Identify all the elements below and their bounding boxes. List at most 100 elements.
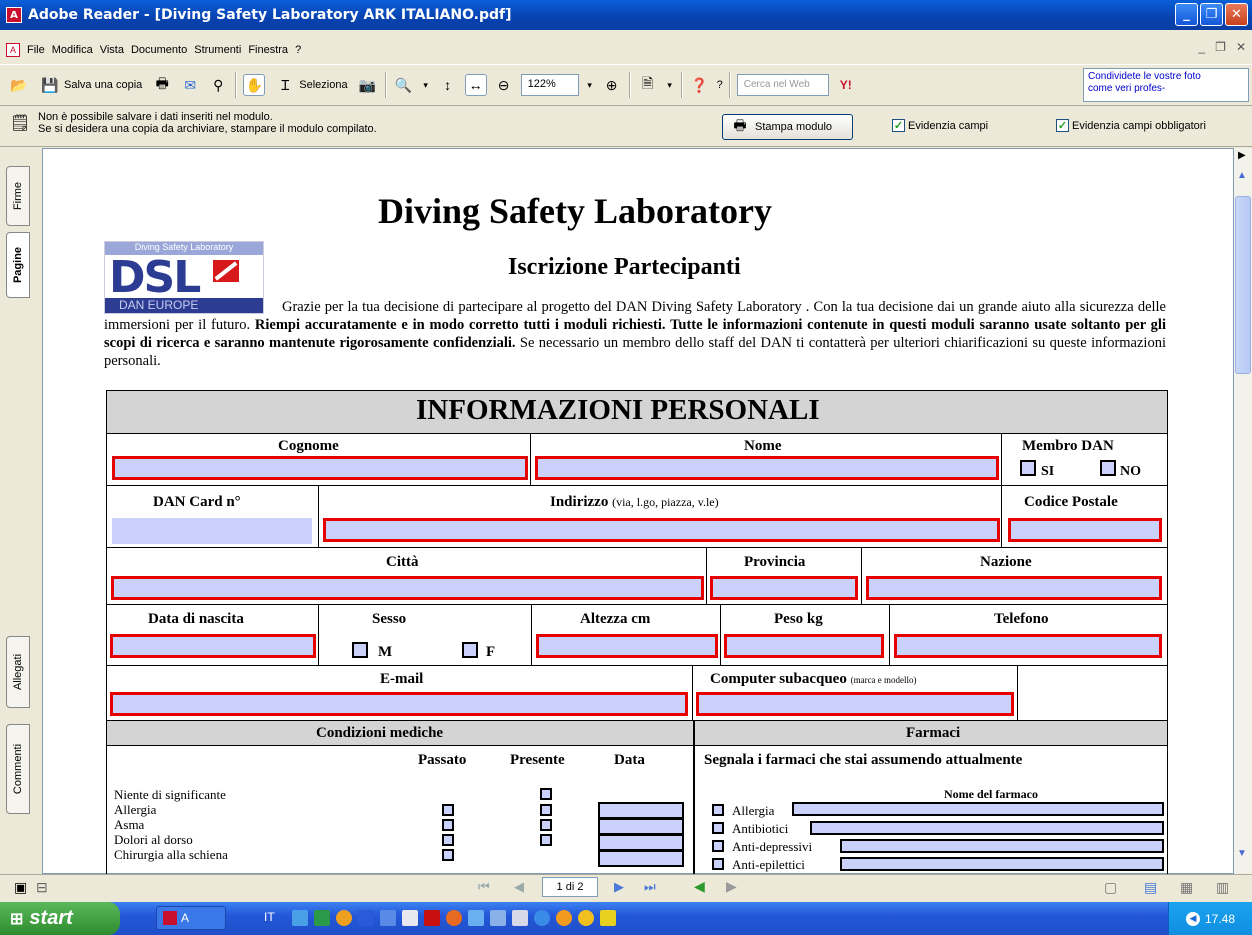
close-button[interactable]: ✕ (1225, 3, 1248, 26)
maximize-button[interactable]: ❐ (1200, 3, 1223, 26)
explorer-icon[interactable] (468, 910, 484, 926)
computer-field[interactable] (696, 692, 1014, 716)
promo-link[interactable]: Condividete le vostre foto come veri pro… (1083, 68, 1249, 102)
misc-icon[interactable] (600, 910, 616, 926)
sesso-f-checkbox[interactable] (462, 642, 478, 658)
page-number-input[interactable]: 1 di 2 (542, 877, 598, 897)
nome-field[interactable] (535, 456, 999, 480)
doc-minimize-icon[interactable]: _ (1198, 40, 1205, 54)
messenger-icon[interactable] (578, 910, 594, 926)
zoom-dropdown-icon[interactable]: ▾ (585, 74, 595, 96)
nav-pane-icon[interactable]: ▣ (14, 879, 27, 896)
vertical-scrollbar[interactable]: ▶ ▲ ▼ (1234, 148, 1252, 874)
minimize-button[interactable]: _ (1175, 3, 1198, 26)
present-checkbox[interactable] (540, 804, 552, 816)
notes-icon[interactable] (490, 910, 506, 926)
single-page-icon[interactable]: ▢ (1104, 879, 1117, 896)
date-field[interactable] (598, 802, 684, 819)
prev-page-icon[interactable]: ◀ (514, 879, 524, 895)
highlight-fields-checkbox[interactable]: ✓ Evidenzia campi (892, 119, 988, 132)
peso-field[interactable] (724, 634, 884, 658)
tab-pagine[interactable]: Pagine (6, 232, 30, 298)
binoculars-icon[interactable]: ⚲ (207, 74, 229, 96)
scroll-down-icon[interactable]: ▼ (1237, 848, 1247, 859)
select-tool-button[interactable]: Ɪ Seleziona (271, 73, 350, 97)
highlight-required-checkbox[interactable]: ✓ Evidenzia campi obbligatori (1056, 119, 1206, 132)
doc-restore-icon[interactable]: ❐ (1215, 40, 1226, 54)
dan-card-field[interactable] (112, 518, 312, 544)
drug-name-field[interactable] (792, 802, 1164, 816)
excel-icon[interactable] (314, 910, 330, 926)
present-checkbox[interactable] (540, 834, 552, 846)
hand-tool-icon[interactable]: ✋ (243, 74, 266, 96)
cap-field[interactable] (1008, 518, 1162, 542)
first-page-icon[interactable]: ⏮ (478, 879, 490, 895)
membro-no-checkbox[interactable] (1100, 460, 1116, 476)
drug-checkbox[interactable] (712, 858, 724, 870)
fit-width-icon[interactable]: ↔ (464, 74, 487, 96)
red-app-icon[interactable] (424, 910, 440, 926)
continuous-icon[interactable]: ▤ (1144, 879, 1157, 896)
save-copy-button[interactable]: 💾 Salva una copia (36, 73, 145, 97)
menu-vista[interactable]: Vista (100, 44, 124, 56)
start-button[interactable]: ⊞ start (0, 902, 120, 935)
citta-field[interactable] (111, 576, 704, 600)
zoom-in-icon[interactable]: ⊕ (601, 74, 623, 96)
menu-file[interactable]: File (27, 44, 45, 56)
yahoo-icon[interactable]: Y! (835, 74, 857, 96)
language-indicator[interactable]: IT (264, 910, 275, 924)
page-layout-icon[interactable]: ⊟ (36, 879, 48, 896)
print-form-button[interactable]: 🖶 Stampa modulo (722, 114, 853, 140)
altezza-field[interactable] (536, 634, 718, 658)
drug-checkbox[interactable] (712, 840, 724, 852)
drug-checkbox[interactable] (712, 804, 724, 816)
past-checkbox[interactable] (442, 849, 454, 861)
present-checkbox[interactable] (540, 819, 552, 831)
zoom-out-icon[interactable]: ⊖ (493, 74, 515, 96)
forward-icon[interactable]: ▶ (726, 878, 737, 895)
tab-firme[interactable]: Firme (6, 166, 30, 226)
provincia-field[interactable] (710, 576, 858, 600)
sesso-m-checkbox[interactable] (352, 642, 368, 658)
drug-name-field[interactable] (840, 839, 1164, 853)
scrollbar-thumb[interactable] (1235, 196, 1251, 374)
next-page-icon[interactable]: ▶ (614, 879, 624, 895)
word-icon[interactable] (358, 910, 374, 926)
past-checkbox[interactable] (442, 804, 454, 816)
email-field[interactable] (110, 692, 688, 716)
media-icon[interactable] (446, 910, 462, 926)
zoom-in-tool-icon[interactable]: 🔍 (393, 74, 415, 96)
ie-icon[interactable] (534, 910, 550, 926)
facing-icon[interactable]: ▦ (1180, 879, 1193, 896)
date-field[interactable] (598, 850, 684, 867)
indirizzo-field[interactable] (323, 518, 1000, 542)
help-icon[interactable]: ❓ (689, 74, 711, 96)
past-checkbox[interactable] (442, 834, 454, 846)
cognome-field[interactable] (112, 456, 528, 480)
tab-commenti[interactable]: Commenti (6, 724, 30, 814)
back-icon[interactable]: ◀ (694, 878, 705, 895)
telefono-field[interactable] (894, 634, 1162, 658)
drug-name-field[interactable] (810, 821, 1164, 835)
nazione-field[interactable] (866, 576, 1162, 600)
tray-arrow-icon[interactable]: ◀ (1185, 911, 1200, 926)
firefox-icon[interactable] (336, 910, 352, 926)
pages-icon[interactable]: 🗎 (637, 74, 659, 96)
drug-name-field[interactable] (840, 857, 1164, 871)
doc-close-icon[interactable]: ✕ (1236, 40, 1246, 54)
print-icon[interactable]: 🖶 (151, 74, 173, 96)
help-label[interactable]: ? (717, 79, 723, 91)
pages-dropdown-icon[interactable]: ▾ (665, 74, 675, 96)
drug-checkbox[interactable] (712, 822, 724, 834)
scroll-up-icon[interactable]: ▲ (1237, 170, 1247, 181)
dropdown-arrow-icon[interactable]: ▾ (421, 74, 431, 96)
menu-help[interactable]: ? (295, 44, 301, 56)
menu-documento[interactable]: Documento (131, 44, 187, 56)
zoom-input[interactable]: 122% (520, 74, 579, 96)
tab-allegati[interactable]: Allegati (6, 636, 30, 708)
last-page-icon[interactable]: ⏭ (644, 879, 656, 895)
menu-finestra[interactable]: Finestra (248, 44, 288, 56)
web-search-input[interactable]: Cerca nel Web (736, 74, 829, 96)
document-icon[interactable] (512, 910, 528, 926)
browser-icon[interactable] (556, 910, 572, 926)
